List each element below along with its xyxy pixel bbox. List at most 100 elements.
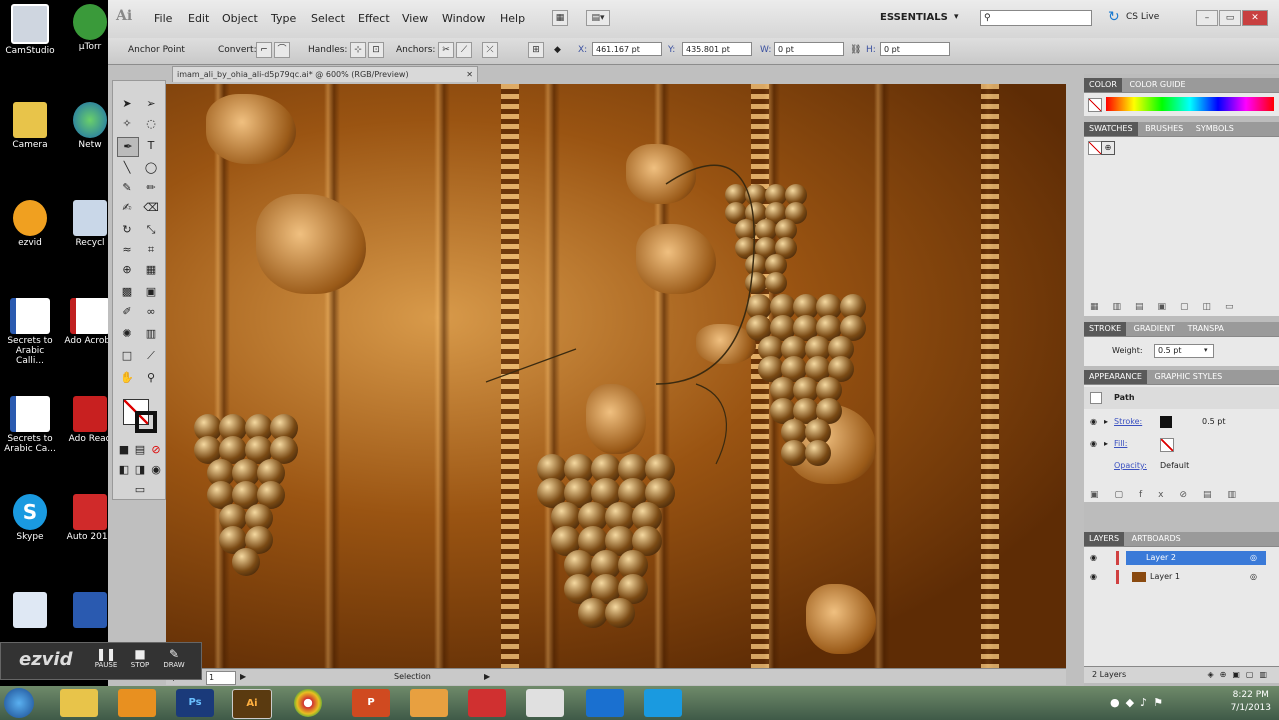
desktop-icon-camera[interactable]: Camera	[4, 102, 56, 150]
selection-tool-icon[interactable]: ➤	[117, 95, 137, 113]
direct-selection-tool-icon[interactable]: ➢	[141, 95, 161, 113]
taskbar-chrome[interactable]	[294, 689, 322, 717]
color-mode-icon[interactable]: ■	[117, 441, 131, 459]
menu-select[interactable]: Select	[311, 12, 345, 25]
reference-point-icon[interactable]: ◆	[554, 45, 561, 55]
artboard-tool-icon[interactable]: □	[117, 347, 137, 365]
workspace-dropdown-icon[interactable]: ▾	[954, 12, 959, 22]
expand-arrow-icon[interactable]: ▸	[1104, 411, 1108, 433]
connect-anchor-icon[interactable]: ⟋	[456, 42, 472, 58]
line-tool-icon[interactable]: ╲	[117, 159, 137, 177]
none-color-icon[interactable]	[1088, 98, 1102, 112]
draw-inside-icon[interactable]: ◉	[149, 461, 163, 479]
tab-swatches[interactable]: SWATCHES	[1084, 122, 1138, 136]
minimize-button[interactable]: –	[1196, 10, 1218, 26]
appearance-opacity-row[interactable]: Opacity: Default	[1084, 455, 1279, 477]
system-clock[interactable]: 8:22 PM 7/1/2013	[1231, 689, 1271, 715]
taskbar-app-9[interactable]	[526, 689, 564, 717]
close-button[interactable]: ✕	[1242, 10, 1268, 26]
artboard-nav-next-icon[interactable]: ▶	[240, 669, 246, 685]
layer-name[interactable]: Layer 1	[1150, 568, 1180, 586]
slice-tool-icon[interactable]: ⟋	[141, 347, 161, 365]
layer-row[interactable]: ◉ Layer 1 ◎	[1084, 568, 1279, 586]
none-swatch-icon[interactable]	[1088, 141, 1102, 155]
y-field[interactable]: 435.801 pt	[682, 42, 752, 56]
tab-symbols[interactable]: SYMBOLS	[1191, 124, 1239, 133]
visibility-eye-icon[interactable]: ◉	[1090, 433, 1097, 455]
appearance-stroke-row[interactable]: ◉ ▸ Stroke: 0.5 pt	[1084, 411, 1279, 433]
screen-mode-icon[interactable]: ▭	[127, 481, 153, 499]
pencil-tool-icon[interactable]: ✏	[141, 179, 161, 197]
tab-brushes[interactable]: BRUSHES	[1140, 124, 1188, 133]
perspective-grid-tool-icon[interactable]: ▦	[141, 261, 161, 279]
stroke-weight-dropdown-icon[interactable]: ▾	[1204, 346, 1208, 354]
appearance-fill-row[interactable]: ◉ ▸ Fill:	[1084, 433, 1279, 455]
draw-normal-icon[interactable]: ◧	[117, 461, 131, 479]
registration-swatch-icon[interactable]: ⊕	[1101, 141, 1115, 155]
show-handles-icon[interactable]: ⊹	[350, 42, 366, 58]
convert-corner-icon[interactable]: ⌐	[256, 42, 272, 58]
layers-footer-icons[interactable]: ◈⊕▣▢▥	[1207, 667, 1273, 683]
taskbar-photoshop[interactable]: Ps	[176, 689, 214, 717]
ellipse-tool-icon[interactable]: ◯	[141, 159, 161, 177]
hide-handles-icon[interactable]: ⊡	[368, 42, 384, 58]
taskbar-ezvid[interactable]	[118, 689, 156, 717]
gradient-mode-icon[interactable]: ▤	[133, 441, 147, 459]
visibility-eye-icon[interactable]: ◉	[1090, 549, 1097, 567]
visibility-eye-icon[interactable]: ◉	[1090, 411, 1097, 433]
menu-window[interactable]: Window	[442, 12, 485, 25]
tab-stroke[interactable]: STROKE	[1084, 322, 1127, 336]
draw-behind-icon[interactable]: ◨	[133, 461, 147, 479]
search-input[interactable]: ⚲	[980, 10, 1092, 26]
tab-layers[interactable]: LAYERS	[1084, 532, 1125, 546]
system-tray-icons[interactable]: ●◆♪⚑	[1110, 696, 1169, 709]
tab-transparency[interactable]: TRANSPA	[1183, 324, 1229, 333]
stroke-label[interactable]: Stroke:	[1114, 411, 1142, 433]
expand-arrow-icon[interactable]: ▸	[1104, 433, 1108, 455]
fill-none-swatch[interactable]	[1160, 438, 1174, 452]
taskbar-app-8[interactable]	[468, 689, 506, 717]
tab-color-guide[interactable]: COLOR GUIDE	[1124, 80, 1190, 89]
gradient-tool-icon[interactable]: ▣	[141, 283, 161, 301]
w-field[interactable]: 0 pt	[774, 42, 844, 56]
scale-tool-icon[interactable]: ⤡	[141, 221, 161, 239]
fill-label[interactable]: Fill:	[1114, 433, 1127, 455]
ezvid-stop-button[interactable]: ■ STOP	[125, 647, 155, 675]
artboard-canvas[interactable]	[166, 84, 1066, 668]
visibility-eye-icon[interactable]: ◉	[1090, 568, 1097, 586]
menu-object[interactable]: Object	[222, 12, 258, 25]
warp-tool-icon[interactable]: ≈	[117, 241, 137, 259]
appearance-stroke-weight[interactable]: 0.5 pt	[1202, 411, 1225, 433]
free-transform-tool-icon[interactable]: ⌗	[141, 241, 161, 259]
symbol-sprayer-tool-icon[interactable]: ✺	[117, 325, 137, 343]
color-spectrum-bar[interactable]	[1106, 97, 1274, 111]
desktop-icon-skype[interactable]: S Skype	[4, 494, 56, 542]
status-mode-label[interactable]: Selection	[394, 669, 431, 685]
type-tool-icon[interactable]: T	[141, 137, 161, 155]
stroke-swatch[interactable]	[135, 411, 157, 433]
layer-name[interactable]: Layer 2	[1126, 551, 1266, 565]
layer-row[interactable]: ◉ Layer 2 ◎	[1084, 549, 1279, 567]
tab-color[interactable]: COLOR	[1084, 78, 1122, 92]
taskbar-app-10[interactable]	[586, 689, 624, 717]
lasso-tool-icon[interactable]: ◌	[141, 115, 161, 133]
taskbar-powerpoint[interactable]: P	[352, 689, 390, 717]
swatches-footer-icons[interactable]: ▦▥▤▣▢◫▭	[1090, 302, 1248, 312]
maximize-button[interactable]: ▭	[1219, 10, 1241, 26]
appearance-footer-icons[interactable]: ▣▢fx⊘▤▥	[1090, 490, 1252, 500]
menu-effect[interactable]: Effect	[358, 12, 390, 25]
tab-artboards[interactable]: ARTBOARDS	[1127, 534, 1186, 543]
align-icon[interactable]: ⊞	[528, 42, 544, 58]
close-tab-icon[interactable]: ✕	[466, 67, 473, 83]
tab-appearance[interactable]: APPEARANCE	[1084, 370, 1147, 384]
menu-file[interactable]: File	[154, 12, 172, 25]
appearance-path-row[interactable]: Path	[1084, 387, 1279, 409]
eyedropper-tool-icon[interactable]: ✐	[117, 303, 137, 321]
stroke-color-swatch[interactable]	[1160, 416, 1172, 428]
taskbar-illustrator[interactable]: Ai	[232, 689, 272, 719]
blend-tool-icon[interactable]: ∞	[141, 303, 161, 321]
shape-builder-tool-icon[interactable]: ⊕	[117, 261, 137, 279]
start-button[interactable]	[4, 688, 34, 718]
rotate-tool-icon[interactable]: ↻	[117, 221, 137, 239]
taskbar-explorer[interactable]	[60, 689, 98, 717]
